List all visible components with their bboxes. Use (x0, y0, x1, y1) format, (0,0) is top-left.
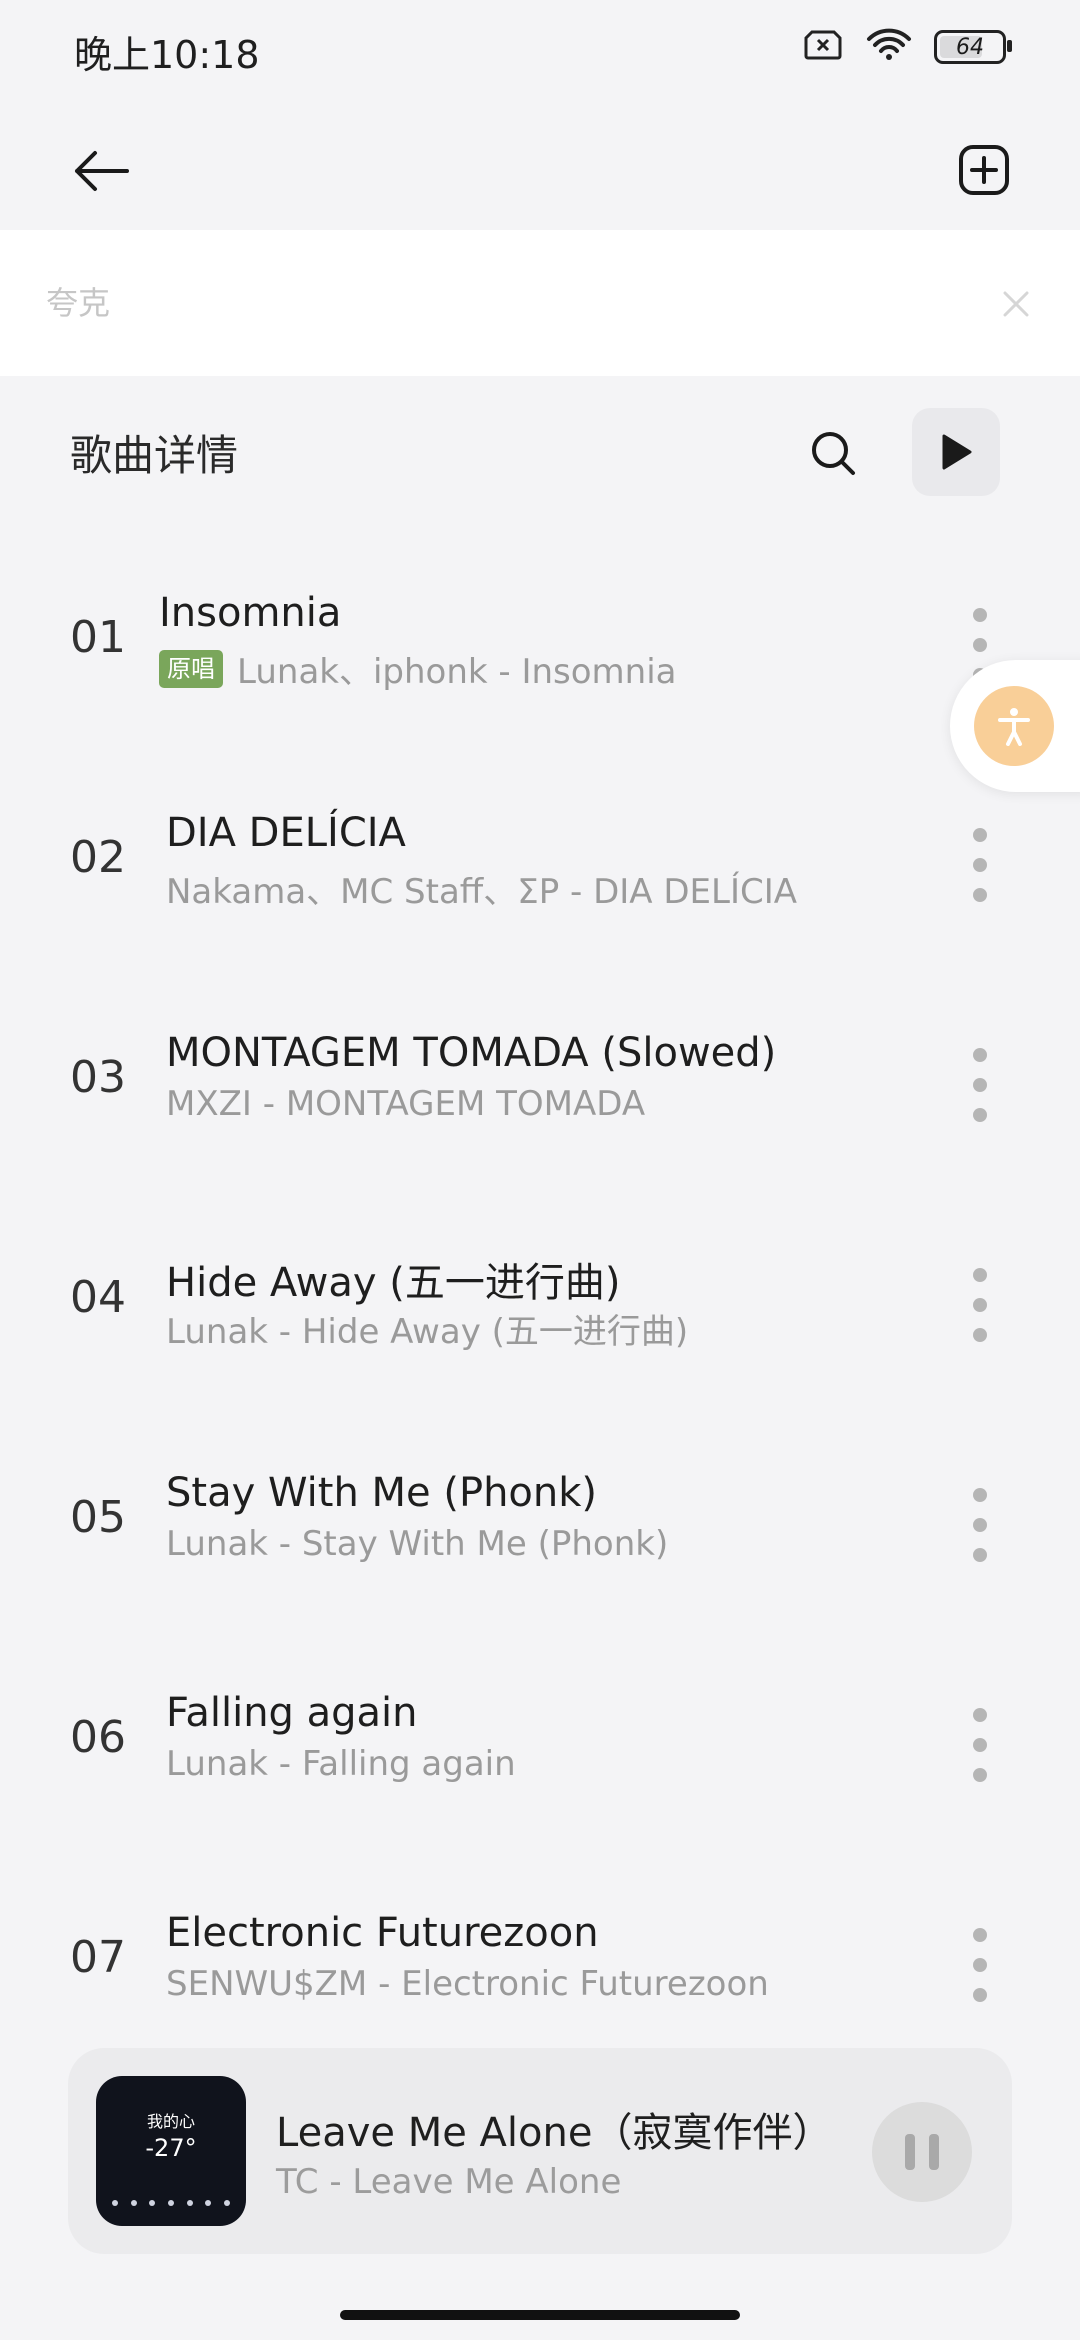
song-index: 03 (70, 1052, 126, 1103)
add-square-icon (959, 145, 1009, 195)
song-subtitle: Lunak、iphonk - Insomnia (237, 652, 677, 692)
more-options-button[interactable] (958, 1920, 1002, 2010)
song-title: Electronic Futurezoon (166, 1910, 599, 1956)
pause-icon (905, 2134, 915, 2170)
search-icon (812, 432, 855, 475)
song-row[interactable]: 01 Insomnia 原唱 Lunak、iphonk - Insomnia (0, 540, 1080, 760)
song-subtitle: Nakama、MC Staff、ΣP - DIA DELÍCIA (166, 872, 798, 912)
album-cover[interactable]: 我的心 -27° (96, 2076, 246, 2226)
song-subtitle-line: 原唱 Lunak、iphonk - Insomnia (159, 644, 677, 693)
more-options-button[interactable] (958, 1480, 1002, 1570)
home-indicator[interactable] (340, 2310, 740, 2320)
song-subtitle: Lunak - Hide Away (五一进行曲) (166, 1312, 689, 1352)
song-row[interactable]: 06 Falling again Lunak - Falling again (0, 1640, 1080, 1860)
now-playing-title: Leave Me Alone（寂寞作伴） (276, 2110, 833, 2156)
status-bar: 晚上10:18 64 (0, 0, 1080, 96)
wifi-icon (866, 28, 912, 66)
original-badge: 原唱 (159, 649, 223, 688)
more-options-button[interactable] (958, 1040, 1002, 1130)
add-button[interactable] (946, 132, 1022, 208)
song-index: 07 (70, 1932, 126, 1983)
song-subtitle: Lunak - Stay With Me (Phonk) (166, 1524, 669, 1564)
accessibility-icon (998, 708, 1030, 746)
song-subtitle: MXZI - MONTAGEM TOMADA (166, 1084, 646, 1124)
search-button[interactable] (800, 420, 866, 486)
battery-indicator: 64 (934, 30, 1012, 64)
more-options-button[interactable] (958, 1700, 1002, 1790)
song-index: 05 (70, 1492, 126, 1543)
song-row[interactable]: 02 DIA DELÍCIA Nakama、MC Staff、ΣP - DIA … (0, 760, 1080, 980)
song-index: 06 (70, 1712, 126, 1763)
cover-text: -27° (145, 2134, 197, 2162)
song-subtitle: SENWU$ZM - Electronic Futurezoon (166, 1964, 769, 2004)
clear-x-icon (1003, 291, 1029, 317)
status-time: 晚上10:18 (74, 33, 260, 77)
song-index: 01 (70, 612, 126, 663)
song-index: 02 (70, 832, 126, 883)
mini-player[interactable]: 我的心 -27° Leave Me Alone（寂寞作伴） TC - Leave… (68, 2048, 1012, 2254)
song-title: Stay With Me (Phonk) (166, 1470, 598, 1516)
song-title: Hide Away (五一进行曲) (166, 1260, 621, 1306)
cover-text: 我的心 (146, 2112, 195, 2131)
pause-button[interactable] (872, 2102, 972, 2202)
song-title: MONTAGEM TOMADA (Slowed) (166, 1030, 777, 1076)
accessibility-floating-button[interactable] (950, 660, 1080, 792)
sim-off-icon (802, 28, 844, 66)
song-row[interactable]: 05 Stay With Me (Phonk) Lunak - Stay Wit… (0, 1420, 1080, 1640)
search-input[interactable] (44, 270, 948, 336)
play-icon (942, 434, 972, 470)
song-row[interactable]: 04 Hide Away (五一进行曲) Lunak - Hide Away (… (0, 1200, 1080, 1420)
back-button[interactable] (60, 130, 142, 212)
song-title: DIA DELÍCIA (166, 810, 406, 856)
song-title: Insomnia (159, 590, 342, 636)
back-arrow-icon (75, 151, 129, 191)
search-panel (0, 230, 1080, 376)
song-row[interactable]: 07 Electronic Futurezoon SENWU$ZM - Elec… (0, 1860, 1080, 2080)
play-all-button[interactable] (912, 408, 1000, 496)
clear-button[interactable] (990, 278, 1042, 330)
now-playing-subtitle: TC - Leave Me Alone (276, 2162, 622, 2202)
more-options-button[interactable] (958, 820, 1002, 910)
song-subtitle: Lunak - Falling again (166, 1744, 516, 1784)
section-title: 歌曲详情 (70, 431, 239, 480)
song-row[interactable]: 03 MONTAGEM TOMADA (Slowed) MXZI - MONTA… (0, 980, 1080, 1200)
more-options-button[interactable] (958, 1260, 1002, 1350)
song-index: 04 (70, 1272, 126, 1323)
song-title: Falling again (166, 1690, 418, 1736)
top-bar (0, 110, 1080, 230)
status-icons: 64 (802, 28, 1012, 66)
